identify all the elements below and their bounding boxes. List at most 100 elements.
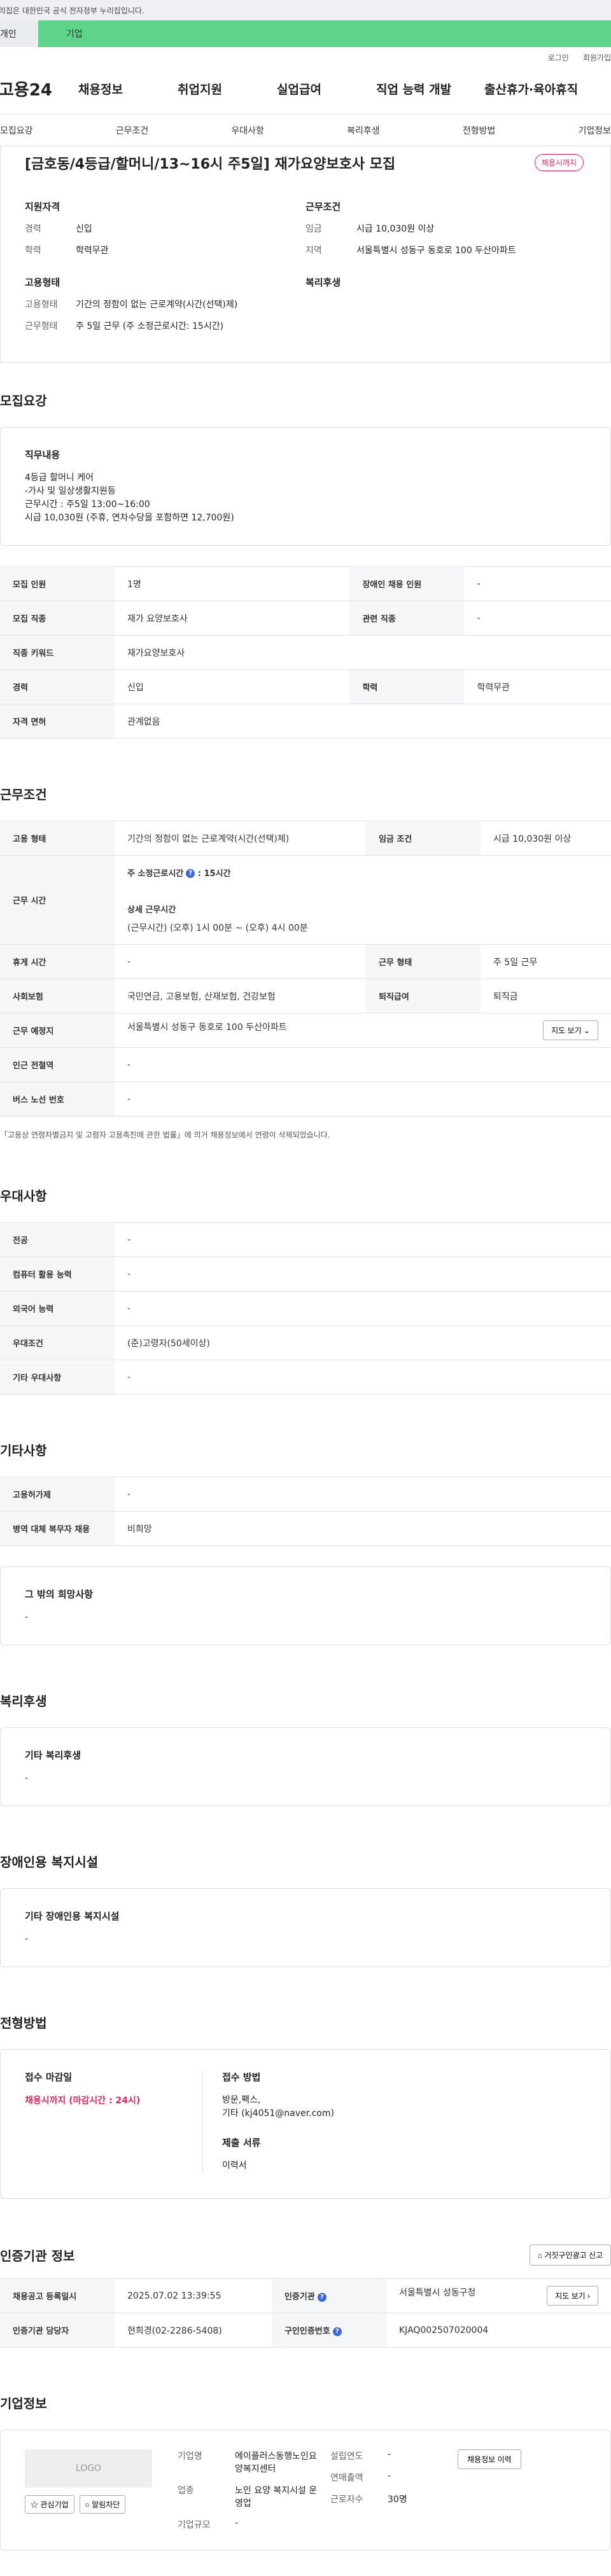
table-row: 사회보험 국민연금, 고용보험, 산재보험, 건강보험 퇴직급여 퇴직금 — [0, 978, 611, 1013]
table-cell: 학력무관 — [464, 669, 611, 704]
kv-key: 기업명 — [178, 2451, 202, 2461]
table-cell: - — [115, 1047, 611, 1082]
table-cell: 국민연금, 고용보험, 산재보험, 건강보험 — [115, 978, 366, 1013]
company-info-col2: 설립연도 - 연매출액 - 근로자수 30명 — [330, 2449, 458, 2531]
emp-row: 근무형태 주 5일 근무 (주 소정근로시간: 15시간) — [25, 319, 306, 332]
section-nav-work[interactable]: 근무조건 — [116, 124, 149, 137]
docs-heading: 제출 서류 — [222, 2137, 261, 2148]
kv-value: 기간의 정함이 없는 근로계약(시간(선택)제) — [76, 300, 238, 310]
gnb-menu-jobs[interactable]: 채용정보 — [78, 80, 178, 97]
kv-value: 학력무관 — [76, 246, 109, 256]
table-header: 인근 전철역 — [0, 1047, 115, 1082]
login-link[interactable]: 로그인 — [548, 52, 569, 64]
signup-link[interactable]: 회원가입 — [583, 52, 611, 64]
gnb-menu-benefit[interactable]: 실업급여 — [277, 80, 376, 97]
cond-row: 지역 서울특별시 성동구 동호로 100 두산아파트 — [306, 244, 586, 256]
hours-detail-label: 상세 근무시간 — [127, 905, 176, 915]
section-nav-recruit[interactable]: 모집요강 — [0, 124, 33, 137]
deadline-value: 채용시까지 (마감시간 : 24시) — [25, 2096, 141, 2106]
section-nav-company[interactable]: 기업정보 — [578, 124, 611, 137]
help-icon[interactable]: ? — [332, 2327, 342, 2336]
tab-personal[interactable]: 개인 — [0, 20, 38, 47]
method-value: 방문,팩스, 기타 (kj4051@naver.com) — [222, 2094, 334, 2120]
table-row: 고용허가제 - — [0, 1477, 611, 1512]
deadline-col: 접수 마감일 채용시까지 (마감시간 : 24시) — [25, 2070, 203, 2173]
section-nav-pref[interactable]: 우대사항 — [231, 124, 264, 137]
kv-key: 학력 — [25, 246, 41, 256]
report-label: 거짓구인광고 신고 — [544, 2251, 603, 2260]
cert-no-label: 구인인증번호 — [284, 2327, 330, 2336]
util-links: 로그인 회원가입 — [0, 47, 611, 64]
agency-label: 인증기관 — [284, 2292, 315, 2302]
report-button[interactable]: ⌂ 거짓구인광고 신고 — [529, 2245, 611, 2266]
site-logo[interactable]: 고용24 — [0, 77, 78, 101]
table-header: 고용 형태 — [0, 821, 115, 856]
table-header: 인증기관 담당자 — [0, 2313, 115, 2348]
company-industry: 노인 요양 복지시설 운영업 — [235, 2486, 318, 2509]
emp-heading: 고용형태 — [25, 277, 60, 288]
gnb-menu-leave[interactable]: 출산휴가·육아휴직 — [484, 80, 578, 97]
table-header: 근무 형태 — [365, 944, 481, 979]
table-cell: 1명 — [115, 566, 350, 601]
table-cell: 비희망 — [115, 1511, 611, 1546]
section-nav: 모집요강 근무조건 우대사항 복리후생 전형방법 기업정보 — [0, 115, 611, 146]
table-row: 자격 면허 관계없음 — [0, 704, 611, 739]
map-view-button[interactable]: 지도 보기 ⌄ — [543, 1020, 598, 1040]
table-header: 임금 조건 — [365, 821, 481, 856]
table-cell: 관계없음 — [115, 704, 611, 739]
table-header: 전공 — [0, 1222, 115, 1257]
welfare-card-heading: 기타 복리후생 — [25, 1750, 81, 1761]
table-cell: - — [115, 1257, 611, 1291]
chevron-down-icon: ⌄ — [583, 1026, 590, 1035]
table-header: 관련 직종 — [349, 601, 465, 636]
block-alarm-button[interactable]: ○ 알림차단 — [79, 2495, 126, 2514]
agency-map-button[interactable]: 지도 보기 › — [547, 2286, 598, 2306]
table-header: 직종 키워드 — [0, 635, 115, 670]
company-card: LOGO ☆ 관심기업 ○ 알림차단 기업명 에이플러스동행노인요양복지센터 업종… — [0, 2430, 611, 2551]
hours-cell: 주 소정근로시간? : 15시간 상세 근무시간 (근무시간) (오후) 1시 … — [115, 855, 611, 945]
table-cell: - — [115, 1291, 611, 1326]
company-employees: 30명 — [388, 2495, 407, 2505]
agency-table: 채용공고 등록일시 2025.07.02 13:39:55 인증기관? 서울특별시 성… — [0, 2278, 611, 2348]
job-history-button[interactable]: 채용정보 이력 — [458, 2449, 521, 2469]
favorite-label: 관심기업 — [40, 2500, 69, 2509]
table-row: 병역 대체 복무자 채용 비희망 — [0, 1511, 611, 1546]
company-info-col1: 기업명 에이플러스동행노인요양복지센터 업종 노인 요양 복지시설 운영업 기업규모… — [178, 2449, 330, 2531]
company-size: - — [235, 2518, 239, 2528]
section-nav-welfare[interactable]: 복리후생 — [347, 124, 380, 137]
kv-key: 설립연도 — [330, 2451, 363, 2461]
work-table: 고용 형태 기간의 정함이 없는 근로계약(시간(선택)제) 임금 조건 시급 10,… — [0, 821, 611, 1117]
job-title: [금호동/4등급/할머니/13~16시 주5일] 재가요양보호사 모집 — [25, 157, 396, 172]
table-row: 모집 직종 재가 요양보호사 관련 직종 - — [0, 601, 611, 636]
age-note: 「고용상 연령차별금지 및 고령자 고용촉진에 관한 법률」에 의거 채용정보에… — [0, 1131, 330, 1139]
table-cell: 재가 요양보호사 — [115, 601, 350, 636]
tab-biz-label: 기업 — [66, 29, 83, 39]
table-row: 직종 키워드 재가요양보호사 — [0, 635, 611, 670]
qual-col: 지원자격 경력 신입 학력 학력무관 고용형태 고용형태 기간의 정함이 없는 근로계… — [25, 200, 306, 341]
table-header: 외국어 능력 — [0, 1291, 115, 1326]
chevron-right-icon: › — [587, 2292, 590, 2301]
table-header: 장애인 채용 인원 — [349, 566, 465, 601]
company-est: - — [388, 2449, 391, 2460]
cond-heading: 근무조건 — [306, 201, 341, 212]
qual-heading: 지원자격 — [25, 201, 60, 212]
table-header: 고용허가제 — [0, 1477, 115, 1512]
duty-line: -가사 및 일상생활지원등 — [25, 486, 116, 496]
qual-row: 학력 학력무관 — [25, 244, 306, 256]
table-cell: 신입 — [115, 669, 350, 704]
gnb-menu-training[interactable]: 직업 능력 개발 — [376, 80, 484, 97]
map-view-label: 지도 보기 — [551, 1026, 582, 1035]
recruit-title: 모집요강 — [0, 393, 47, 408]
agency-header: 인증기관 정보 ⌂ 거짓구인광고 신고 — [0, 2245, 611, 2266]
method-line: 기타 (kj4051@naver.com) — [222, 2108, 334, 2119]
kv-key: 경력 — [25, 224, 41, 234]
section-nav-process[interactable]: 전형방법 — [463, 124, 496, 137]
help-icon[interactable]: ? — [317, 2292, 327, 2302]
gnb-menu-support[interactable]: 취업지원 — [178, 80, 277, 97]
help-icon[interactable]: ? — [186, 869, 195, 878]
tab-biz[interactable]: 기업 — [38, 20, 611, 47]
block-alarm-label: 알림차단 — [92, 2500, 120, 2509]
favorite-button[interactable]: ☆ 관심기업 — [25, 2495, 74, 2514]
agency-value: 서울특별시 성동구청 — [398, 2288, 476, 2298]
etc-card-value: - — [25, 1612, 29, 1622]
